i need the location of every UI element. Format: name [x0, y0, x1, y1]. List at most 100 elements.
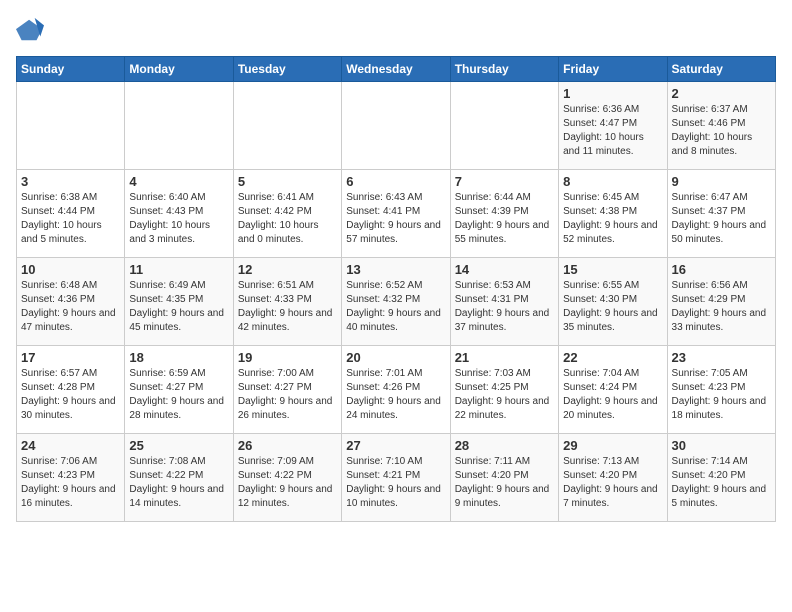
- day-info: Sunrise: 7:01 AMSunset: 4:26 PMDaylight:…: [346, 367, 445, 423]
- day-info: Sunrise: 6:48 AMSunset: 4:36 PMDaylight:…: [21, 279, 120, 335]
- day-info: Sunrise: 7:08 AMSunset: 4:22 PMDaylight:…: [129, 455, 228, 511]
- calendar-cell: 9 Sunrise: 6:47 AMSunset: 4:37 PMDaylight…: [667, 170, 775, 258]
- calendar-week-row: 3 Sunrise: 6:38 AMSunset: 4:44 PMDaylight…: [17, 170, 776, 258]
- day-info: Sunrise: 6:44 AMSunset: 4:39 PMDaylight:…: [455, 191, 554, 247]
- day-info: Sunrise: 6:41 AMSunset: 4:42 PMDaylight:…: [238, 191, 337, 247]
- calendar-week-row: 1 Sunrise: 6:36 AMSunset: 4:47 PMDaylight…: [17, 82, 776, 170]
- calendar-cell: 8Sunrise: 6:45 AMSunset: 4:38 PMDaylight…: [559, 170, 667, 258]
- day-number: 22: [563, 350, 662, 365]
- day-info: Sunrise: 6:57 AMSunset: 4:28 PMDaylight:…: [21, 367, 120, 423]
- day-info: Sunrise: 7:04 AMSunset: 4:24 PMDaylight:…: [563, 367, 662, 423]
- day-number: 28: [455, 438, 554, 453]
- day-info: Sunrise: 6:55 AMSunset: 4:30 PMDaylight:…: [563, 279, 662, 335]
- calendar-cell: [17, 82, 125, 170]
- calendar-cell: 13 Sunrise: 6:52 AMSunset: 4:32 PMDayligh…: [342, 258, 450, 346]
- day-info: Sunrise: 6:36 AMSunset: 4:47 PMDaylight:…: [563, 103, 662, 159]
- calendar-cell: 5 Sunrise: 6:41 AMSunset: 4:42 PMDaylight…: [233, 170, 341, 258]
- day-number: 4: [129, 174, 228, 189]
- calendar-week-row: 24 Sunrise: 7:06 AMSunset: 4:23 PMDayligh…: [17, 434, 776, 522]
- day-info: Sunrise: 6:40 AMSunset: 4:43 PMDaylight:…: [129, 191, 228, 247]
- calendar-cell: 26 Sunrise: 7:09 AMSunset: 4:22 PMDayligh…: [233, 434, 341, 522]
- day-info: Sunrise: 7:10 AMSunset: 4:21 PMDaylight:…: [346, 455, 445, 511]
- day-info: Sunrise: 6:38 AMSunset: 4:44 PMDaylight:…: [21, 191, 120, 247]
- day-number: 15: [563, 262, 662, 277]
- calendar-cell: [342, 82, 450, 170]
- day-number: 23: [672, 350, 771, 365]
- day-number: 14: [455, 262, 554, 277]
- calendar-cell: 16 Sunrise: 6:56 AMSunset: 4:29 PMDayligh…: [667, 258, 775, 346]
- day-info: Sunrise: 6:37 AMSunset: 4:46 PMDaylight:…: [672, 103, 771, 159]
- day-number: 29: [563, 438, 662, 453]
- day-number: 18: [129, 350, 228, 365]
- calendar-cell: 3 Sunrise: 6:38 AMSunset: 4:44 PMDaylight…: [17, 170, 125, 258]
- day-number: 13: [346, 262, 445, 277]
- day-number: 5: [238, 174, 337, 189]
- calendar-table: SundayMondayTuesdayWednesdayThursdayFrid…: [16, 56, 776, 522]
- calendar-cell: 10 Sunrise: 6:48 AMSunset: 4:36 PMDayligh…: [17, 258, 125, 346]
- day-number: 9: [672, 174, 771, 189]
- calendar-cell: 12 Sunrise: 6:51 AMSunset: 4:33 PMDayligh…: [233, 258, 341, 346]
- day-number: 20: [346, 350, 445, 365]
- weekday-header-friday: Friday: [559, 57, 667, 82]
- weekday-header-tuesday: Tuesday: [233, 57, 341, 82]
- day-info: Sunrise: 6:52 AMSunset: 4:32 PMDaylight:…: [346, 279, 445, 335]
- day-number: 6: [346, 174, 445, 189]
- calendar-cell: 20 Sunrise: 7:01 AMSunset: 4:26 PMDayligh…: [342, 346, 450, 434]
- day-info: Sunrise: 6:53 AMSunset: 4:31 PMDaylight:…: [455, 279, 554, 335]
- day-number: 16: [672, 262, 771, 277]
- calendar-cell: 1 Sunrise: 6:36 AMSunset: 4:47 PMDaylight…: [559, 82, 667, 170]
- calendar-cell: 18 Sunrise: 6:59 AMSunset: 4:27 PMDayligh…: [125, 346, 233, 434]
- calendar-cell: 28 Sunrise: 7:11 AMSunset: 4:20 PMDayligh…: [450, 434, 558, 522]
- day-number: 26: [238, 438, 337, 453]
- day-info: Sunrise: 6:49 AMSunset: 4:35 PMDaylight:…: [129, 279, 228, 335]
- weekday-header-thursday: Thursday: [450, 57, 558, 82]
- calendar-cell: 4 Sunrise: 6:40 AMSunset: 4:43 PMDaylight…: [125, 170, 233, 258]
- weekday-header-wednesday: Wednesday: [342, 57, 450, 82]
- calendar-cell: 17Sunrise: 6:57 AMSunset: 4:28 PMDayligh…: [17, 346, 125, 434]
- day-number: 27: [346, 438, 445, 453]
- calendar-cell: 14 Sunrise: 6:53 AMSunset: 4:31 PMDayligh…: [450, 258, 558, 346]
- logo: [16, 16, 48, 44]
- day-number: 3: [21, 174, 120, 189]
- weekday-header-row: SundayMondayTuesdayWednesdayThursdayFrid…: [17, 57, 776, 82]
- weekday-header-sunday: Sunday: [17, 57, 125, 82]
- day-info: Sunrise: 6:43 AMSunset: 4:41 PMDaylight:…: [346, 191, 445, 247]
- calendar-cell: 21 Sunrise: 7:03 AMSunset: 4:25 PMDayligh…: [450, 346, 558, 434]
- day-info: Sunrise: 7:06 AMSunset: 4:23 PMDaylight:…: [21, 455, 120, 511]
- logo-icon: [16, 16, 44, 44]
- day-info: Sunrise: 7:11 AMSunset: 4:20 PMDaylight:…: [455, 455, 554, 511]
- day-info: Sunrise: 7:09 AMSunset: 4:22 PMDaylight:…: [238, 455, 337, 511]
- day-info: Sunrise: 6:47 AMSunset: 4:37 PMDaylight:…: [672, 191, 771, 247]
- calendar-cell: 11Sunrise: 6:49 AMSunset: 4:35 PMDayligh…: [125, 258, 233, 346]
- day-number: 25: [129, 438, 228, 453]
- calendar-cell: 7 Sunrise: 6:44 AMSunset: 4:39 PMDaylight…: [450, 170, 558, 258]
- calendar-cell: 29 Sunrise: 7:13 AMSunset: 4:20 PMDayligh…: [559, 434, 667, 522]
- calendar-cell: 24 Sunrise: 7:06 AMSunset: 4:23 PMDayligh…: [17, 434, 125, 522]
- calendar-cell: 30 Sunrise: 7:14 AMSunset: 4:20 PMDayligh…: [667, 434, 775, 522]
- calendar-cell: 19Sunrise: 7:00 AMSunset: 4:27 PMDayligh…: [233, 346, 341, 434]
- weekday-header-monday: Monday: [125, 57, 233, 82]
- day-info: Sunrise: 6:51 AMSunset: 4:33 PMDaylight:…: [238, 279, 337, 335]
- day-number: 7: [455, 174, 554, 189]
- calendar-cell: 6 Sunrise: 6:43 AMSunset: 4:41 PMDaylight…: [342, 170, 450, 258]
- calendar-cell: 2 Sunrise: 6:37 AMSunset: 4:46 PMDaylight…: [667, 82, 775, 170]
- calendar-cell: 25 Sunrise: 7:08 AMSunset: 4:22 PMDayligh…: [125, 434, 233, 522]
- day-number: 10: [21, 262, 120, 277]
- day-number: 8: [563, 174, 662, 189]
- calendar-cell: 22 Sunrise: 7:04 AMSunset: 4:24 PMDayligh…: [559, 346, 667, 434]
- day-number: 12: [238, 262, 337, 277]
- day-info: Sunrise: 7:13 AMSunset: 4:20 PMDaylight:…: [563, 455, 662, 511]
- day-number: 30: [672, 438, 771, 453]
- day-info: Sunrise: 7:14 AMSunset: 4:20 PMDaylight:…: [672, 455, 771, 511]
- day-number: 2: [672, 86, 771, 101]
- day-number: 21: [455, 350, 554, 365]
- calendar-cell: 23Sunrise: 7:05 AMSunset: 4:23 PMDayligh…: [667, 346, 775, 434]
- day-info: Sunrise: 6:56 AMSunset: 4:29 PMDaylight:…: [672, 279, 771, 335]
- day-number: 19: [238, 350, 337, 365]
- day-info: Sunrise: 6:59 AMSunset: 4:27 PMDaylight:…: [129, 367, 228, 423]
- weekday-header-saturday: Saturday: [667, 57, 775, 82]
- day-number: 24: [21, 438, 120, 453]
- day-info: Sunrise: 7:03 AMSunset: 4:25 PMDaylight:…: [455, 367, 554, 423]
- day-number: 1: [563, 86, 662, 101]
- calendar-cell: [125, 82, 233, 170]
